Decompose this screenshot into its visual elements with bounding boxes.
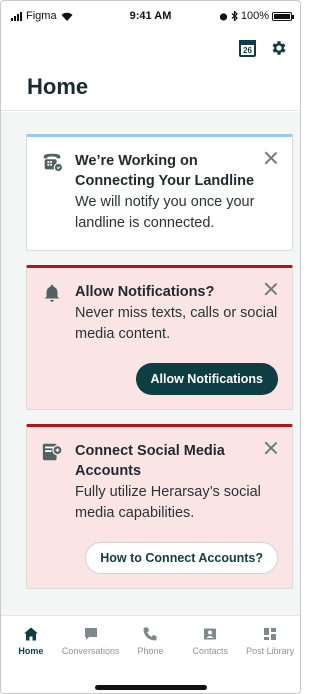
connect-account-icon	[42, 443, 63, 461]
battery-percent: 100%	[240, 10, 269, 22]
grid-icon	[264, 628, 277, 640]
card-title: Connect Social Media Accounts	[75, 443, 225, 479]
home-icon	[23, 627, 38, 641]
main-content: We’re Working on Connecting Your Landlin…	[1, 112, 300, 615]
tab-phone[interactable]: Phone	[121, 616, 181, 665]
status-bar: Figma 9:41 AM 100%	[1, 1, 300, 29]
battery-icon	[272, 11, 294, 21]
chat-icon	[84, 628, 97, 640]
status-right: 100%	[219, 10, 294, 22]
phone-icon	[143, 627, 157, 641]
allow-notifications-button[interactable]: Allow Notifications	[135, 363, 278, 395]
tab-conversations[interactable]: Conversations	[61, 616, 121, 665]
tab-post-library[interactable]: Post Library	[240, 616, 300, 665]
tab-home[interactable]: Home	[1, 616, 61, 665]
close-icon[interactable]	[264, 151, 278, 165]
landline-phone-icon	[43, 153, 63, 173]
card-title: Allow Notifications?	[75, 284, 215, 300]
gear-icon[interactable]	[270, 39, 288, 57]
home-indicator	[95, 685, 207, 690]
header-actions: 26	[239, 39, 288, 57]
card-body: Fully utilize Herarsay’s social media ca…	[75, 484, 261, 521]
connect-social-card: Connect Social Media Accounts Fully util…	[26, 424, 293, 589]
how-to-connect-button[interactable]: How to Connect Accounts?	[85, 542, 278, 574]
close-icon[interactable]	[264, 441, 278, 455]
phone-frame: Figma 9:41 AM 100% 26 Home We’re Working…	[0, 0, 301, 694]
tab-label: Contacts	[192, 646, 229, 656]
bottom-tab-bar: Home Conversations Phone Contacts Post L…	[1, 615, 300, 665]
landline-status-card: We’re Working on Connecting Your Landlin…	[26, 134, 293, 251]
tab-label: Conversations	[61, 646, 120, 656]
page-title: Home	[27, 74, 89, 99]
tab-label: Phone	[137, 646, 164, 656]
bluetooth-icon	[231, 11, 238, 21]
card-body: Never miss texts, calls or social media …	[75, 305, 278, 342]
allow-notifications-card: Allow Notifications? Never miss texts, c…	[26, 265, 293, 410]
card-title: We’re Working on Connecting Your Landlin…	[75, 153, 255, 189]
calendar-day: 26	[243, 45, 252, 55]
tab-contacts[interactable]: Contacts	[180, 616, 240, 665]
tab-label: Home	[18, 646, 44, 656]
app-header: 26 Home	[1, 29, 300, 111]
contacts-icon	[204, 628, 217, 640]
calendar-icon[interactable]: 26	[239, 39, 256, 57]
alarm-icon	[219, 12, 227, 21]
tab-label: Post Library	[246, 646, 295, 656]
bell-icon	[44, 284, 60, 302]
close-icon[interactable]	[264, 282, 278, 296]
card-body: We will notify you once your landline is…	[75, 194, 255, 231]
